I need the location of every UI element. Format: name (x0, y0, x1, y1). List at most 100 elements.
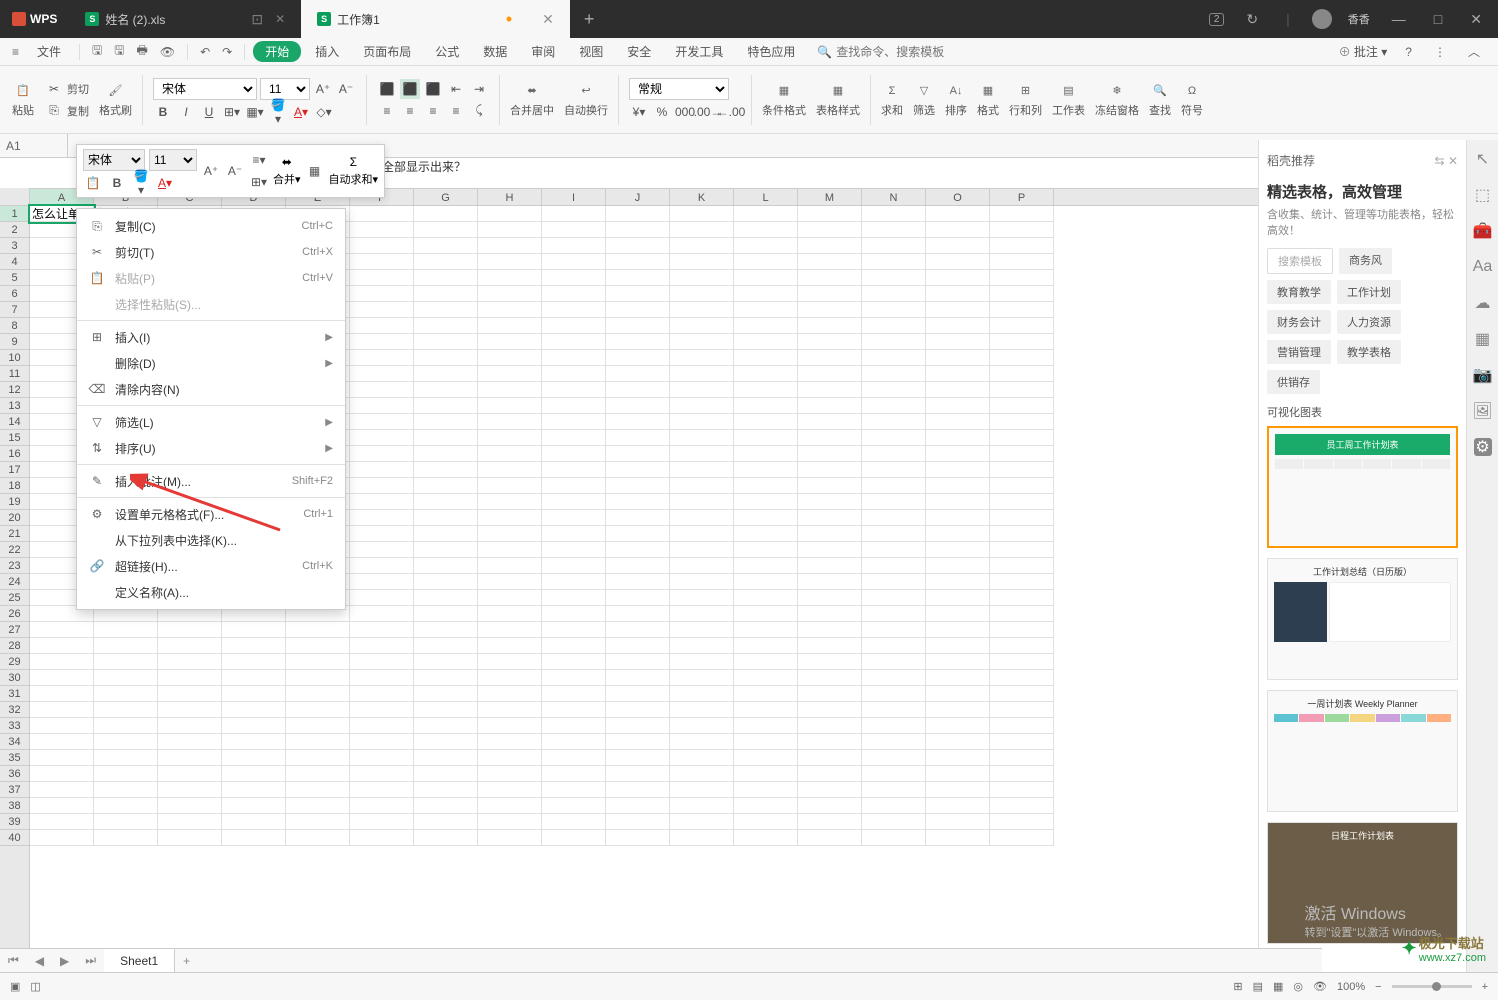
menu-insert[interactable]: 插入 (305, 41, 349, 62)
cell[interactable] (94, 750, 158, 766)
cell[interactable] (798, 414, 862, 430)
cell[interactable] (414, 366, 478, 382)
cell[interactable] (670, 462, 734, 478)
cell[interactable] (350, 382, 414, 398)
cell[interactable] (414, 270, 478, 286)
cell[interactable] (862, 686, 926, 702)
column-header[interactable]: P (990, 189, 1054, 205)
cell[interactable] (414, 238, 478, 254)
cell[interactable] (606, 286, 670, 302)
row-header[interactable]: 33 (0, 718, 29, 734)
cell[interactable] (414, 558, 478, 574)
cell[interactable] (478, 622, 542, 638)
cell[interactable] (94, 766, 158, 782)
template-tag[interactable]: 可视化图表 (1267, 404, 1458, 420)
row-header[interactable]: 40 (0, 830, 29, 846)
cell[interactable] (158, 718, 222, 734)
cell[interactable] (414, 398, 478, 414)
cell[interactable] (414, 222, 478, 238)
cell[interactable] (862, 782, 926, 798)
cell[interactable] (414, 254, 478, 270)
save-icon[interactable]: 🖫 (88, 39, 106, 64)
cell[interactable] (670, 686, 734, 702)
cell[interactable] (542, 238, 606, 254)
cell[interactable] (798, 222, 862, 238)
cell[interactable] (670, 782, 734, 798)
cell[interactable] (542, 670, 606, 686)
mini-decrease-font-icon[interactable]: A⁻ (225, 161, 245, 181)
cell[interactable] (158, 766, 222, 782)
cell[interactable] (478, 414, 542, 430)
cell[interactable] (478, 398, 542, 414)
cell[interactable] (94, 718, 158, 734)
cell[interactable] (734, 478, 798, 494)
cell[interactable] (350, 798, 414, 814)
cell[interactable] (414, 702, 478, 718)
cell[interactable] (990, 254, 1054, 270)
cell[interactable] (542, 382, 606, 398)
cell[interactable] (990, 750, 1054, 766)
row-header[interactable]: 9 (0, 334, 29, 350)
cell[interactable] (478, 814, 542, 830)
cell[interactable] (542, 638, 606, 654)
cell[interactable] (926, 766, 990, 782)
cell[interactable] (862, 462, 926, 478)
cell[interactable] (798, 718, 862, 734)
cell[interactable] (478, 462, 542, 478)
cell[interactable] (734, 542, 798, 558)
format-button[interactable]: ▦格式 (973, 80, 1003, 120)
row-header[interactable]: 35 (0, 750, 29, 766)
cell[interactable] (414, 334, 478, 350)
sheet-nav-first-icon[interactable]: ⏮ (0, 953, 27, 968)
undo-icon[interactable]: ↶ (196, 43, 214, 61)
close-icon[interactable]: ⊡ (251, 11, 263, 28)
align-middle-icon[interactable]: ⬛ (400, 79, 420, 99)
cell[interactable] (414, 430, 478, 446)
cell[interactable] (30, 622, 94, 638)
cell[interactable] (606, 366, 670, 382)
cell[interactable] (862, 222, 926, 238)
cell[interactable] (478, 766, 542, 782)
row-header[interactable]: 10 (0, 350, 29, 366)
help-icon[interactable]: ? (1401, 43, 1416, 61)
align-right-icon[interactable]: ≡ (423, 101, 443, 121)
template-card-2[interactable]: 工作计划总结（日历版） (1267, 558, 1458, 680)
cell[interactable] (350, 830, 414, 846)
cell[interactable] (158, 670, 222, 686)
cell[interactable] (606, 670, 670, 686)
cell[interactable] (222, 734, 286, 750)
cell[interactable] (222, 654, 286, 670)
cell[interactable] (478, 350, 542, 366)
cell[interactable] (286, 814, 350, 830)
cell[interactable] (350, 494, 414, 510)
cell[interactable] (862, 318, 926, 334)
cell[interactable] (670, 270, 734, 286)
cell[interactable] (734, 462, 798, 478)
template-tag[interactable]: 教学表格 (1337, 340, 1401, 364)
cell[interactable] (286, 734, 350, 750)
cell[interactable] (798, 638, 862, 654)
column-header[interactable]: N (862, 189, 926, 205)
cell[interactable] (734, 654, 798, 670)
cell[interactable] (286, 830, 350, 846)
cell[interactable] (670, 382, 734, 398)
cell[interactable] (478, 286, 542, 302)
cell[interactable] (734, 302, 798, 318)
filter-button[interactable]: ▽筛选 (909, 80, 939, 120)
cell[interactable] (670, 542, 734, 558)
bold-button[interactable]: B (153, 102, 173, 122)
cell[interactable] (862, 270, 926, 286)
cell[interactable] (478, 750, 542, 766)
menu-page-layout[interactable]: 页面布局 (353, 41, 421, 62)
document-tab-1[interactable]: S 姓名 (2).xls ⊡ ✕ (69, 0, 301, 38)
view-page-icon[interactable]: ▤ (1253, 980, 1263, 993)
cell[interactable] (542, 430, 606, 446)
row-header[interactable]: 32 (0, 702, 29, 718)
cell[interactable] (414, 798, 478, 814)
cell[interactable] (734, 606, 798, 622)
cell[interactable] (414, 206, 478, 222)
camera-icon[interactable]: 📷 (1474, 366, 1492, 384)
cell[interactable] (414, 718, 478, 734)
cell[interactable] (926, 782, 990, 798)
cell[interactable] (478, 702, 542, 718)
